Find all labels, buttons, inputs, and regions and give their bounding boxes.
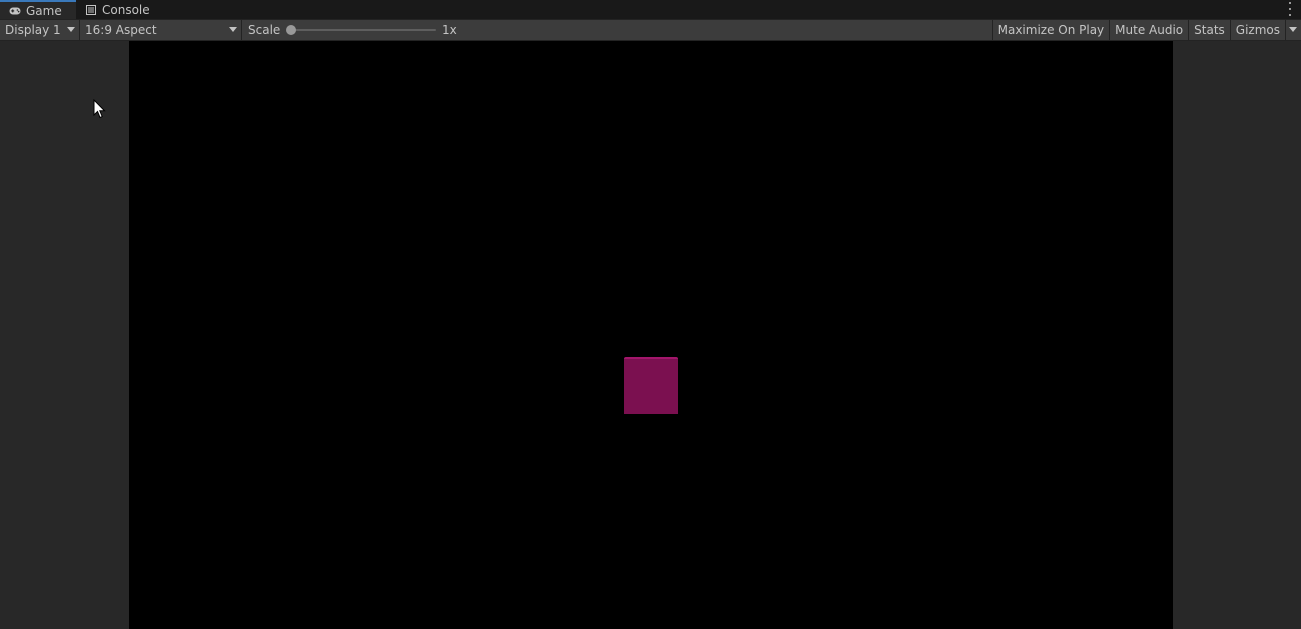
maximize-on-play-toggle[interactable]: Maximize On Play xyxy=(991,20,1110,40)
scale-slider-track[interactable] xyxy=(288,29,436,31)
scale-slider-thumb[interactable] xyxy=(286,25,296,35)
tab-bar: Game Console xyxy=(0,0,1301,20)
chevron-down-icon xyxy=(67,27,75,32)
scale-label: Scale xyxy=(248,23,281,37)
tab-console[interactable]: Console xyxy=(76,0,158,19)
more-options-icon[interactable] xyxy=(1287,2,1293,16)
game-viewport[interactable] xyxy=(129,41,1173,629)
display-dropdown-label: Display 1 xyxy=(5,23,61,37)
game-window: Game Console Display 1 16:9 Aspect Scale… xyxy=(0,0,1301,629)
chevron-down-icon xyxy=(229,27,237,32)
console-icon xyxy=(84,4,98,15)
tab-game-label: Game xyxy=(26,3,62,18)
scale-value: 1x xyxy=(442,23,457,37)
magenta-cube xyxy=(624,357,678,414)
mouse-cursor-icon xyxy=(93,99,106,119)
display-dropdown[interactable]: Display 1 xyxy=(0,20,80,40)
tab-console-label: Console xyxy=(102,2,150,17)
gizmos-dropdown-button[interactable] xyxy=(1285,20,1301,40)
gizmos-toggle[interactable]: Gizmos xyxy=(1229,20,1285,40)
tab-game[interactable]: Game xyxy=(0,0,76,19)
stats-toggle[interactable]: Stats xyxy=(1188,20,1230,40)
aspect-dropdown[interactable]: 16:9 Aspect xyxy=(80,20,242,40)
gamepad-icon xyxy=(8,6,22,16)
mute-audio-toggle[interactable]: Mute Audio xyxy=(1109,20,1188,40)
chevron-down-icon xyxy=(1289,27,1297,32)
game-toolbar: Display 1 16:9 Aspect Scale 1x Maximize … xyxy=(0,20,1301,41)
toolbar-right-group: Maximize On Play Mute Audio Stats Gizmos xyxy=(991,20,1301,40)
aspect-dropdown-label: 16:9 Aspect xyxy=(85,23,157,37)
